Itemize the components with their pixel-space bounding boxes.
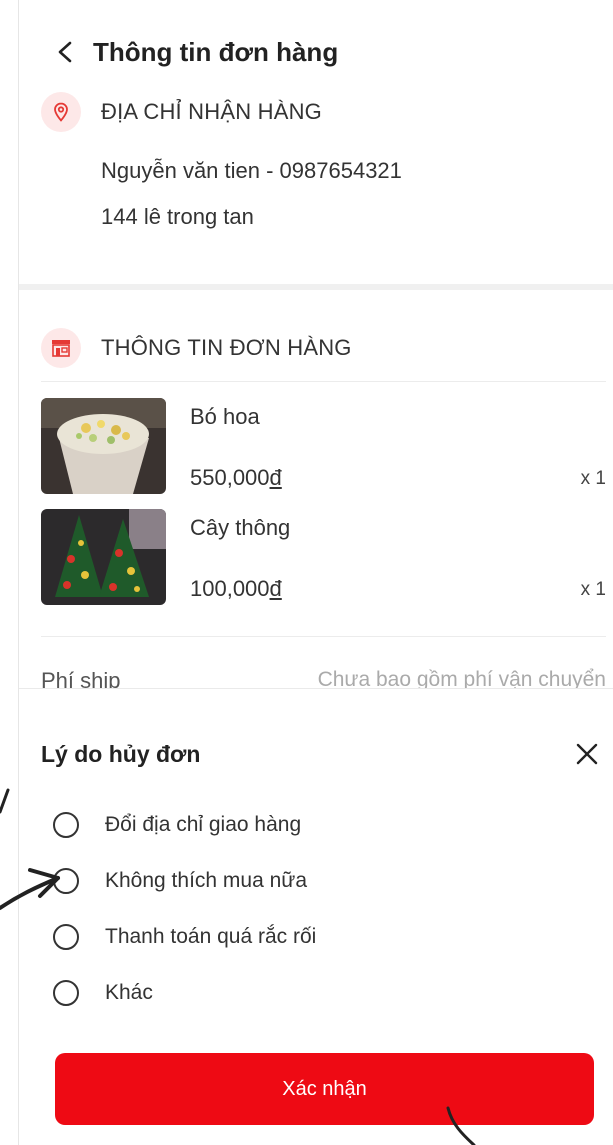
back-arrow-icon (58, 41, 72, 63)
items-divider (41, 636, 606, 637)
back-button[interactable] (41, 28, 91, 76)
sheet-title: Lý do hủy đơn (41, 741, 201, 767)
radio-button[interactable] (53, 980, 79, 1006)
reason-option[interactable]: Đổi địa chỉ giao hàng (53, 807, 301, 843)
address-heading: ĐỊA CHỈ NHẬN HÀNG (101, 99, 322, 124)
confirm-label: Xác nhận (282, 1077, 367, 1100)
order-screen: Thông tin đơn hàng ĐỊA CHỈ NHẬN HÀNG Ngu… (18, 0, 613, 1145)
app-header: Thông tin đơn hàng (19, 28, 613, 76)
order-item[interactable]: Bó hoa 550,000đ x 1 (41, 398, 606, 498)
item-price: 550,000đ (190, 465, 282, 490)
confirm-button[interactable]: Xác nhận (55, 1053, 594, 1125)
radio-button[interactable] (53, 868, 79, 894)
page-title: Thông tin đơn hàng (93, 36, 339, 67)
item-name: Bó hoa (190, 404, 260, 429)
reason-option[interactable]: Không thích mua nữa (53, 863, 307, 899)
christmas-tree-image (41, 509, 166, 605)
order-item[interactable]: Cây thông 100,000đ x 1 (41, 509, 606, 609)
reason-option[interactable]: Thanh toán quá rắc rối (53, 919, 316, 955)
store-icon (41, 328, 81, 368)
location-pin-icon (41, 92, 81, 132)
recipient-street: 144 lê trong tan (101, 204, 254, 229)
cancel-reason-sheet: Lý do hủy đơn Đổi địa chỉ giao hàng Khôn… (19, 688, 613, 1145)
reason-option[interactable]: Khác (53, 975, 153, 1011)
annotation-tick (0, 788, 10, 814)
reason-label: Không thích mua nữa (105, 869, 308, 892)
close-icon (576, 743, 598, 765)
reason-label: Khác (105, 981, 153, 1004)
order-header-divider (41, 381, 606, 382)
section-divider (19, 284, 613, 290)
radio-button[interactable] (53, 812, 79, 838)
address-section-header: ĐỊA CHỈ NHẬN HÀNG (41, 92, 322, 132)
reason-label: Đổi địa chỉ giao hàng (105, 813, 302, 836)
radio-button[interactable] (53, 924, 79, 950)
order-section-header: THÔNG TIN ĐƠN HÀNG (41, 328, 352, 368)
flower-bouquet-image (41, 398, 166, 494)
item-price: 100,000đ (190, 576, 282, 601)
reason-label: Thanh toán quá rắc rối (105, 925, 317, 948)
order-heading: THÔNG TIN ĐƠN HÀNG (101, 335, 352, 360)
item-quantity: x 1 (580, 579, 606, 600)
recipient-name-phone: Nguyễn văn tien - 0987654321 (101, 158, 402, 183)
item-quantity: x 1 (580, 468, 606, 489)
close-button[interactable] (570, 737, 604, 771)
item-name: Cây thông (190, 515, 291, 540)
